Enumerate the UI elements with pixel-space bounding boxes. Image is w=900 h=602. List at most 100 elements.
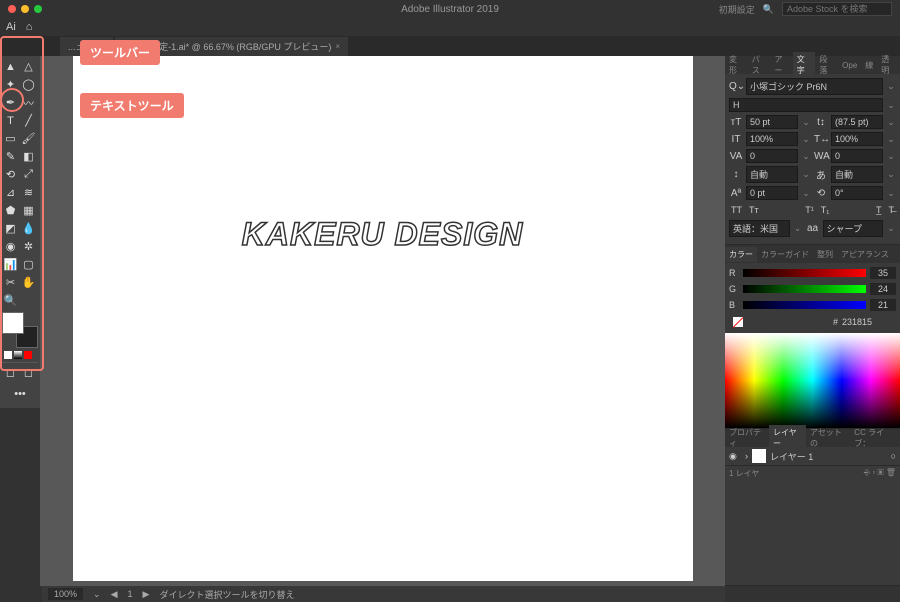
rotation-icon: ⟲ bbox=[814, 188, 828, 199]
expand-icon[interactable]: › bbox=[745, 451, 748, 461]
dropdown-icon[interactable]: ⌄ bbox=[793, 223, 803, 234]
dropdown-icon[interactable]: ⌄ bbox=[801, 151, 811, 162]
locate-layer-icon[interactable]: ⎆ bbox=[864, 468, 870, 477]
g-slider[interactable] bbox=[743, 285, 866, 293]
panel-tab-transform[interactable]: 変形 bbox=[725, 52, 748, 78]
smallcaps-button[interactable]: Tт bbox=[747, 203, 761, 217]
rotation-field[interactable]: 0° bbox=[831, 186, 883, 200]
panel-tab-opentype[interactable]: Ope bbox=[838, 59, 861, 72]
layer-name[interactable]: レイヤー 1 bbox=[770, 450, 813, 463]
app-logo[interactable]: Ai bbox=[6, 21, 16, 33]
layer-count: 1 レイヤ bbox=[729, 468, 759, 479]
panel-tab-assets[interactable]: アセットの bbox=[806, 425, 850, 451]
g-value[interactable]: 24 bbox=[870, 283, 896, 295]
hscale-field[interactable]: 100% bbox=[831, 132, 883, 146]
hex-field[interactable]: 231815 bbox=[842, 317, 892, 327]
zoom-level[interactable]: 100% bbox=[48, 588, 83, 600]
dropdown-icon[interactable]: ⌄ bbox=[886, 169, 896, 180]
r-slider[interactable] bbox=[743, 269, 866, 277]
underline-button[interactable]: T̲ bbox=[874, 203, 884, 217]
kerning-icon: VA bbox=[729, 151, 743, 162]
font-size-field[interactable]: 50 pt bbox=[746, 115, 798, 129]
panel-tab-appearance[interactable]: アピアランス bbox=[837, 247, 893, 262]
panel-tab-paragraph[interactable]: 段落 bbox=[815, 52, 838, 78]
font-family-icon: Q⌄ bbox=[729, 81, 743, 92]
dropdown-icon[interactable]: ⌄ bbox=[801, 117, 811, 128]
dropdown-icon[interactable]: ⌄ bbox=[886, 81, 896, 92]
panel-tab-cclibs[interactable]: CC ライブ： bbox=[850, 425, 900, 451]
visibility-icon[interactable]: ◉ bbox=[729, 451, 741, 462]
target-icon[interactable]: ○ bbox=[891, 451, 896, 461]
panel-tab-colorguide[interactable]: カラーガイド bbox=[757, 247, 813, 262]
nav-next-icon[interactable]: ▶ bbox=[143, 589, 150, 600]
delete-layer-icon[interactable]: 🗑 bbox=[886, 468, 896, 477]
leading-field[interactable]: (87.5 pt) bbox=[831, 115, 883, 129]
panel-tab-layers[interactable]: レイヤー bbox=[769, 425, 806, 451]
r-label: R bbox=[729, 268, 739, 278]
dropdown-icon[interactable]: ⌄ bbox=[886, 223, 896, 234]
panel-tab-art[interactable]: アー bbox=[770, 52, 792, 78]
b-slider[interactable] bbox=[743, 301, 866, 309]
nav-prev-icon[interactable]: ◀ bbox=[111, 589, 118, 600]
maximize-window-button[interactable] bbox=[34, 5, 42, 13]
auto1-field[interactable]: 自動 bbox=[746, 166, 798, 183]
panel-tab-transparency[interactable]: 透明 bbox=[877, 52, 900, 78]
tracking-field[interactable]: 0 bbox=[831, 149, 883, 163]
home-icon[interactable]: ⌂ bbox=[26, 21, 33, 33]
edit-toolbar[interactable]: ••• bbox=[2, 382, 38, 406]
panel-tab-properties[interactable]: プロパティ bbox=[725, 425, 769, 451]
close-tab-icon[interactable]: × bbox=[335, 42, 340, 51]
canvas-text-object[interactable]: KAKERU DESIGN bbox=[242, 216, 523, 253]
new-layer-icon[interactable]: ▣ bbox=[878, 468, 884, 477]
panel-tab-path[interactable]: パス bbox=[748, 52, 771, 78]
caps-button[interactable]: TT bbox=[729, 203, 744, 217]
anti-alias-field[interactable]: シャープ bbox=[823, 220, 884, 237]
b-value[interactable]: 21 bbox=[870, 299, 896, 311]
panel-tab-character[interactable]: 文字 bbox=[793, 52, 816, 78]
canvas-area[interactable]: KAKERU DESIGN bbox=[40, 56, 725, 586]
minimize-window-button[interactable] bbox=[21, 5, 29, 13]
panel-tab-stroke[interactable]: 線 bbox=[861, 58, 877, 73]
artboard[interactable]: KAKERU DESIGN bbox=[73, 56, 693, 581]
tracking-icon: WA bbox=[814, 151, 828, 162]
dropdown-icon[interactable]: ⌄ bbox=[886, 100, 896, 111]
auto2-field[interactable]: 自動 bbox=[831, 166, 883, 183]
dropdown-icon[interactable]: ⌄ bbox=[886, 117, 896, 128]
stock-search-input[interactable] bbox=[782, 2, 892, 16]
kerning-field[interactable]: 0 bbox=[746, 149, 798, 163]
r-value[interactable]: 35 bbox=[870, 267, 896, 279]
close-window-button[interactable] bbox=[8, 5, 16, 13]
anti-alias-icon: aa bbox=[806, 223, 820, 234]
baseline-field[interactable]: 0 pt bbox=[746, 186, 798, 200]
hscale-icon: T↔ bbox=[814, 134, 828, 145]
dropdown-icon[interactable]: ⌄ bbox=[93, 589, 101, 600]
none-color-icon[interactable] bbox=[733, 317, 743, 327]
annotation-callout-text-tool: テキストツール bbox=[80, 93, 184, 118]
dropdown-icon[interactable]: ⌄ bbox=[801, 188, 811, 199]
hex-label: # bbox=[833, 317, 838, 327]
dropdown-icon[interactable]: ⌄ bbox=[801, 134, 811, 145]
dropdown-icon[interactable]: ⌄ bbox=[886, 151, 896, 162]
workspace-preset[interactable]: 初期設定 bbox=[719, 3, 755, 16]
leading-icon: t↕ bbox=[814, 117, 828, 128]
vscale-field[interactable]: 100% bbox=[746, 132, 798, 146]
font-style-field[interactable]: H bbox=[729, 98, 883, 112]
new-sublayer-icon[interactable]: ▫ bbox=[872, 468, 875, 477]
auto-icon: ↕ bbox=[729, 169, 743, 180]
dropdown-icon[interactable]: ⌄ bbox=[886, 188, 896, 199]
strikethrough-button[interactable]: T̶ bbox=[887, 203, 897, 217]
right-panels: 変形 パス アー 文字 段落 Ope 線 透明 Q⌄ 小塚ゴシック Pr6N ⌄… bbox=[725, 56, 900, 586]
font-family-field[interactable]: 小塚ゴシック Pr6N bbox=[746, 78, 883, 95]
language-field[interactable]: 英語：米国 bbox=[729, 220, 790, 237]
superscript-button[interactable]: T¹ bbox=[803, 203, 816, 217]
panel-tab-color[interactable]: カラー bbox=[725, 247, 757, 262]
dropdown-icon[interactable]: ⌄ bbox=[801, 169, 811, 180]
annotation-callout-toolbar: ツールバー bbox=[80, 40, 160, 65]
color-spectrum[interactable] bbox=[725, 333, 900, 428]
subscript-button[interactable]: T₁ bbox=[819, 203, 832, 217]
b-label: B bbox=[729, 300, 739, 310]
layers-panel: プロパティ レイヤー アセットの CC ライブ： ◉ › レイヤー 1 ○ 1 … bbox=[725, 429, 900, 586]
artboard-nav[interactable]: 1 bbox=[128, 589, 133, 599]
dropdown-icon[interactable]: ⌄ bbox=[886, 134, 896, 145]
panel-tab-align[interactable]: 整列 bbox=[813, 247, 837, 262]
